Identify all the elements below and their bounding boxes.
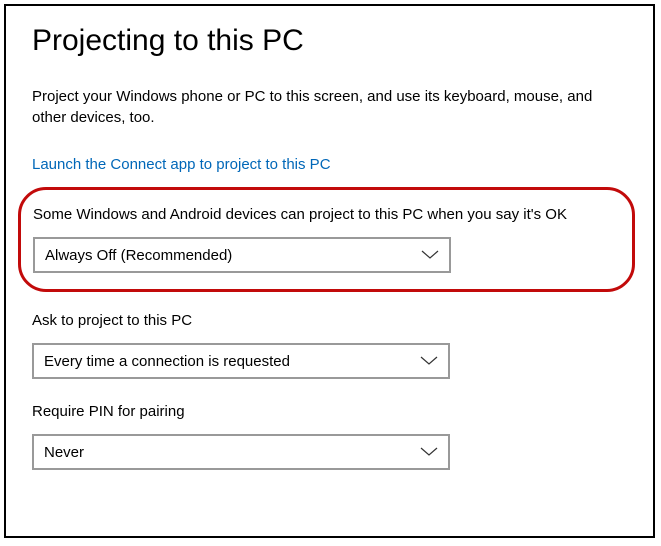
ask-to-project-label: Ask to project to this PC: [32, 310, 627, 331]
chevron-down-icon: [421, 250, 439, 260]
ask-to-project-setting: Ask to project to this PC Every time a c…: [32, 310, 627, 379]
require-pin-setting: Require PIN for pairing Never: [32, 401, 627, 470]
projection-permission-dropdown[interactable]: Always Off (Recommended): [33, 237, 451, 273]
projection-permission-label: Some Windows and Android devices can pro…: [33, 204, 620, 225]
require-pin-dropdown[interactable]: Never: [32, 434, 450, 470]
ask-to-project-dropdown[interactable]: Every time a connection is requested: [32, 343, 450, 379]
settings-panel: Projecting to this PC Project your Windo…: [4, 4, 655, 538]
chevron-down-icon: [420, 447, 438, 457]
page-title: Projecting to this PC: [32, 24, 627, 58]
dropdown-value: Every time a connection is requested: [44, 353, 290, 370]
chevron-down-icon: [420, 356, 438, 366]
dropdown-value: Always Off (Recommended): [45, 247, 232, 264]
highlighted-setting: Some Windows and Android devices can pro…: [18, 187, 635, 292]
page-description: Project your Windows phone or PC to this…: [32, 86, 627, 128]
dropdown-value: Never: [44, 444, 84, 461]
require-pin-label: Require PIN for pairing: [32, 401, 627, 422]
launch-connect-link[interactable]: Launch the Connect app to project to thi…: [32, 156, 627, 173]
